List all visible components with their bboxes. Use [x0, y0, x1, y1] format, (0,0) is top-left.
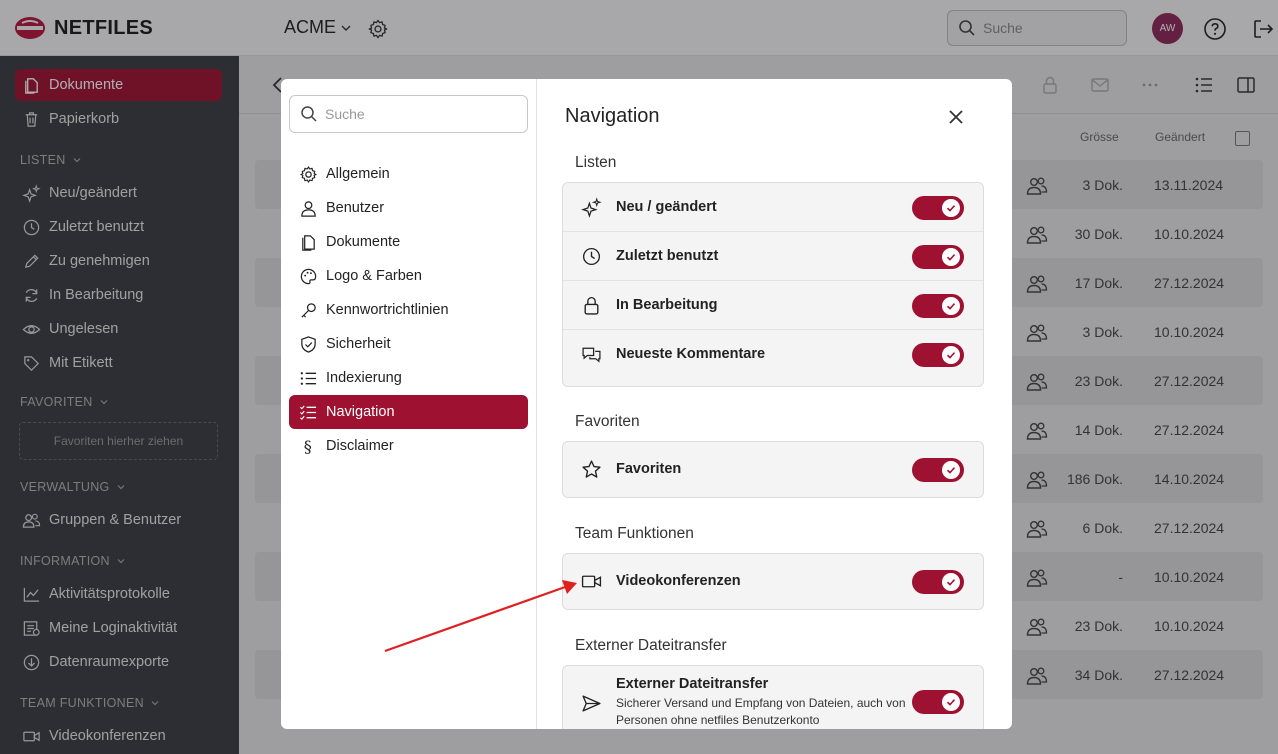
toggle-knob — [942, 573, 960, 591]
toggle-videokonferenzen[interactable] — [912, 570, 964, 594]
settings-nav-dokumente[interactable]: Dokumente — [289, 225, 528, 259]
settings-nav-label: Kennwortrichtlinien — [326, 302, 449, 318]
star-icon — [582, 460, 601, 478]
setting-label: Videokonferenzen — [616, 573, 741, 589]
check-icon — [946, 579, 956, 586]
setting-row-neueste-kommentare: Neueste Kommentare — [563, 330, 983, 379]
section-sign-icon: § — [304, 437, 312, 456]
setting-label: In Bearbeitung — [616, 297, 718, 313]
setting-label: Externer Dateitransfer — [616, 676, 769, 692]
team-card: Videokonferenzen — [562, 553, 984, 610]
setting-row-externer-dateitransfer: Externer Dateitransfer Sicherer Versand … — [563, 666, 983, 729]
group-title-team-funktionen: Team Funktionen — [575, 525, 694, 542]
toggle-zuletzt-benutzt[interactable] — [912, 245, 964, 269]
check-icon — [946, 303, 956, 310]
settings-nav-label: Logo & Farben — [326, 268, 422, 284]
settings-nav-disclaimer[interactable]: § Disclaimer — [289, 429, 528, 463]
settings-nav-label: Dokumente — [326, 234, 401, 250]
settings-nav-label: Navigation — [326, 404, 395, 420]
check-icon — [946, 699, 956, 706]
settings-search-input[interactable]: Suche — [289, 95, 528, 133]
svg-text:§: § — [304, 437, 312, 456]
sparkle-icon — [581, 197, 602, 218]
favoriten-card: Favoriten — [562, 441, 984, 498]
checklist-icon — [300, 404, 317, 420]
palette-icon — [300, 268, 317, 284]
settings-nav-sicherheit[interactable]: Sicherheit — [289, 327, 528, 361]
setting-row-zuletzt-benutzt: Zuletzt benutzt — [563, 232, 983, 281]
settings-nav-allgemein[interactable]: Allgemein — [289, 157, 528, 191]
check-icon — [946, 352, 956, 359]
setting-row-videokonferenzen: Videokonferenzen — [563, 557, 983, 606]
toggle-knob — [942, 199, 960, 217]
extern-card: Externer Dateitransfer Sicherer Versand … — [562, 665, 984, 729]
comments-icon — [582, 347, 601, 363]
group-title-listen: Listen — [575, 154, 617, 171]
setting-label: Favoriten — [616, 461, 682, 477]
setting-label: Neueste Kommentare — [616, 346, 766, 362]
setting-row-in-bearbeitung: In Bearbeitung — [563, 281, 983, 330]
toggle-knob — [942, 693, 960, 711]
settings-nav: Suche Allgemein Benutzer Dokumente Logo … — [281, 79, 537, 729]
toggle-neueste-kommentare[interactable] — [912, 343, 964, 367]
toggle-knob — [942, 461, 960, 479]
setting-description: Sicherer Versand und Empfang von Dateien… — [616, 696, 906, 727]
key-icon — [301, 302, 316, 318]
close-icon[interactable] — [946, 107, 966, 127]
settings-nav-label: Benutzer — [326, 200, 385, 216]
settings-nav-logo-farben[interactable]: Logo & Farben — [289, 259, 528, 293]
settings-modal: Suche Allgemein Benutzer Dokumente Logo … — [281, 79, 1012, 729]
settings-nav-navigation[interactable]: Navigation — [289, 395, 528, 429]
toggle-knob — [942, 346, 960, 364]
settings-nav-kennwortrichtlinien[interactable]: Kennwortrichtlinien — [289, 293, 528, 327]
toggle-neu-geaendert[interactable] — [912, 196, 964, 220]
settings-nav-label: Allgemein — [326, 166, 390, 182]
setting-label: Neu / geändert — [616, 199, 717, 215]
settings-nav-label: Sicherheit — [326, 336, 391, 352]
document-icon — [302, 234, 315, 251]
user-icon — [301, 200, 316, 217]
group-title-externer-dateitransfer: Externer Dateitransfer — [575, 637, 727, 654]
toggle-favoriten[interactable] — [912, 458, 964, 482]
send-icon — [582, 695, 601, 712]
setting-row-favoriten: Favoriten — [563, 445, 983, 494]
setting-row-neu-geaendert: Neu / geändert — [563, 183, 983, 232]
toggle-in-bearbeitung[interactable] — [912, 294, 964, 318]
settings-nav-indexierung[interactable]: Indexierung — [289, 361, 528, 395]
check-icon — [946, 205, 956, 212]
panel-title: Navigation — [565, 105, 660, 127]
clock-icon — [582, 247, 601, 266]
settings-nav-label: Indexierung — [326, 370, 402, 386]
group-title-favoriten: Favoriten — [575, 413, 640, 430]
search-icon — [301, 106, 317, 122]
lock-icon — [584, 296, 599, 315]
video-camera-icon — [581, 575, 602, 588]
settings-nav-benutzer[interactable]: Benutzer — [289, 191, 528, 225]
toggle-externer-dateitransfer[interactable] — [912, 690, 964, 714]
settings-search-placeholder: Suche — [325, 106, 365, 122]
toggle-knob — [942, 297, 960, 315]
settings-nav-label: Disclaimer — [326, 438, 394, 454]
shield-check-icon — [301, 335, 316, 353]
gear-icon — [300, 165, 317, 183]
settings-panel: Navigation Listen Neu / geändert Zuletzt… — [537, 79, 1012, 729]
list-icon — [300, 371, 317, 385]
listen-card: Neu / geändert Zuletzt benutzt In Bearbe… — [562, 182, 984, 387]
toggle-knob — [942, 248, 960, 266]
check-icon — [946, 254, 956, 261]
setting-label: Zuletzt benutzt — [616, 248, 719, 264]
check-icon — [946, 467, 956, 474]
